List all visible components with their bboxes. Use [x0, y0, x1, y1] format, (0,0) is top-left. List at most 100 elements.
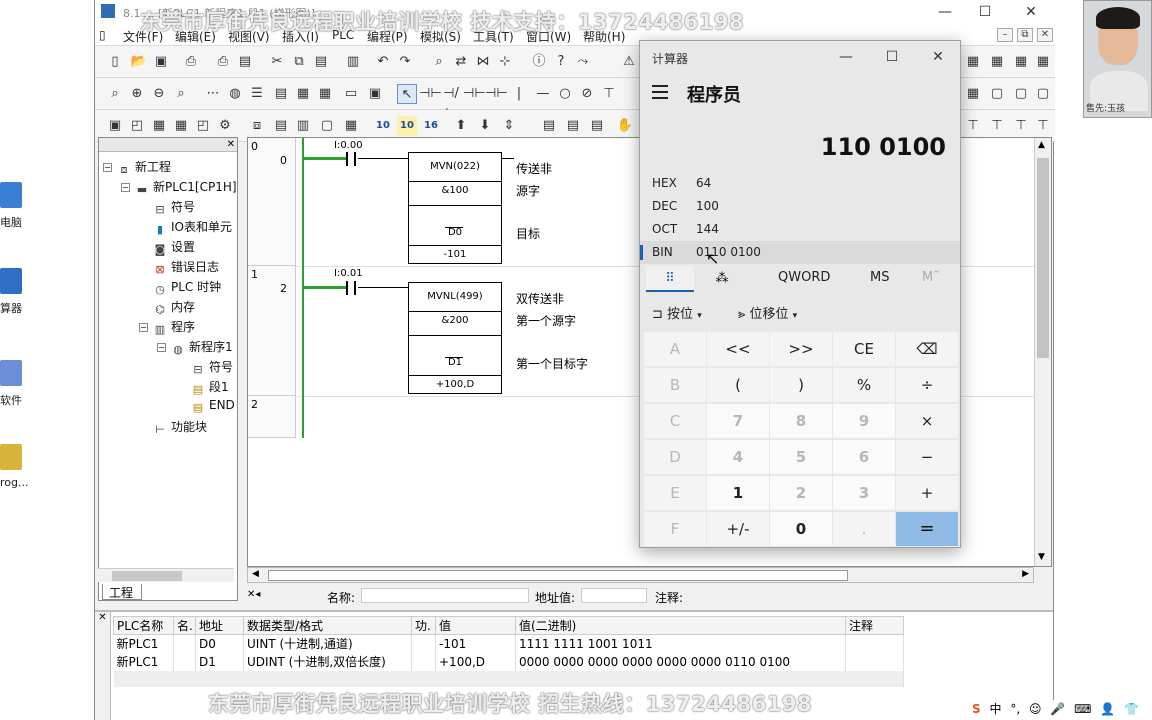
column-plc-name[interactable]: PLC名称 — [113, 616, 174, 635]
edit-icon[interactable]: ▢ — [987, 84, 1007, 104]
desktop-icon-program[interactable]: rog... — [0, 444, 40, 489]
key-b[interactable]: B — [644, 368, 706, 402]
list-icon[interactable]: ☰ — [247, 84, 267, 104]
key-a[interactable]: A — [644, 332, 706, 366]
key-clear-entry[interactable]: CE — [833, 332, 895, 366]
new-icon[interactable]: ▯ — [105, 52, 125, 72]
key-3[interactable]: 3 — [833, 476, 895, 510]
instruction-block-mvnl[interactable]: MVNL(499) &200 D1 +100,D — [408, 282, 502, 394]
replace-icon[interactable]: ⇄ — [451, 52, 471, 72]
decimal-icon[interactable]: 10 — [373, 116, 393, 136]
bit-toggle-keypad-tab[interactable]: ⁂ — [698, 266, 746, 292]
ime-indicator[interactable]: 中 — [989, 702, 1001, 716]
table-row[interactable]: 新PLC1 D0 UINT (十进制,通道) -101 1111 1111 10… — [113, 634, 904, 653]
network-tb-icon[interactable]: ⧈ — [247, 116, 267, 136]
trace3-icon[interactable]: ⊤ — [1011, 116, 1031, 136]
tree-item-new-program[interactable]: − ◍ 新程序1 — [157, 338, 233, 356]
radix-dec[interactable]: DEC 100 — [640, 195, 960, 218]
menu-icon[interactable] — [652, 85, 668, 99]
upload-icon[interactable]: ⬆ — [451, 116, 471, 136]
force-cancel-icon[interactable]: ▤ — [587, 116, 607, 136]
desktop-icon-computer[interactable]: 电脑 — [0, 182, 40, 230]
tree-item-end[interactable]: ▤ END — [191, 398, 235, 416]
key-negate[interactable]: +/- — [707, 512, 769, 546]
unit-icon[interactable]: ▦ — [171, 116, 191, 136]
select-mode-icon[interactable]: ↖ — [397, 84, 417, 104]
key-1[interactable]: 1 — [707, 476, 769, 510]
desktop-icon-software[interactable]: 软件 — [0, 360, 40, 408]
tree-item-io-table[interactable]: ▮ IO表和单元 — [153, 218, 232, 236]
maximize-button[interactable]: ☐ — [965, 2, 1005, 22]
scroll-right-icon[interactable]: ▶ — [1022, 569, 1029, 579]
mdi-minimize-button[interactable]: – — [997, 28, 1013, 42]
ladder-vertical-scrollbar[interactable]: ▲ ▼ — [1034, 138, 1051, 566]
redo-icon[interactable]: ↷ — [395, 52, 415, 72]
key-multiply[interactable]: × — [896, 404, 958, 438]
nc-coil-icon[interactable]: ⊘ — [577, 84, 597, 104]
sections-tb-icon[interactable]: ▥ — [293, 116, 313, 136]
address-ref-icon[interactable]: ⊹ — [495, 52, 515, 72]
key-f[interactable]: F — [644, 512, 706, 546]
key-e[interactable]: E — [644, 476, 706, 510]
zoom-in-icon[interactable]: ⊕ — [127, 84, 147, 104]
paste-icon[interactable]: ▤ — [311, 52, 331, 72]
column-data-type[interactable]: 数据类型/格式 — [243, 616, 412, 635]
scroll-down-icon[interactable]: ▼ — [1038, 552, 1045, 562]
column-address[interactable]: 地址 — [195, 616, 244, 635]
ladder-horizontal-scrollbar[interactable]: ◀ ▶ — [247, 567, 1034, 583]
trace4-icon[interactable]: ⊤ — [1033, 116, 1053, 136]
tree-item-error-log[interactable]: ⊠ 错误日志 — [153, 258, 219, 276]
undo-icon[interactable]: ↶ — [373, 52, 393, 72]
tree-item-project[interactable]: − ⧈ 新工程 — [103, 158, 171, 176]
shirt-icon[interactable]: 👕 — [1124, 702, 1139, 716]
sogou-icon[interactable]: S — [972, 702, 981, 716]
cross-ref-icon[interactable]: ⋈ — [473, 52, 493, 72]
transfer-plc-icon[interactable]: ▦ — [1033, 52, 1053, 72]
calc-minimize-button[interactable]: — — [826, 45, 866, 69]
find-icon[interactable]: ⌕ — [429, 52, 449, 72]
key-8[interactable]: 8 — [770, 404, 832, 438]
key-divide[interactable]: ÷ — [896, 368, 958, 402]
radix-bin[interactable]: BIN 0110 0100 — [640, 241, 960, 264]
cpu-icon[interactable]: ▣ — [365, 84, 385, 104]
radix-oct[interactable]: OCT 144 — [640, 218, 960, 241]
or-nc-contact-icon[interactable]: ⊣⊢ — [485, 84, 508, 104]
table-row[interactable] — [113, 670, 904, 687]
key-9[interactable]: 9 — [833, 404, 895, 438]
open-icon[interactable]: 📂 — [129, 52, 149, 72]
tree-item-settings[interactable]: ◙ 设置 — [153, 238, 195, 256]
output-tb-icon[interactable]: ▢ — [317, 116, 337, 136]
key-2[interactable]: 2 — [770, 476, 832, 510]
desktop-icon-calculator[interactable]: 算器 — [0, 268, 40, 316]
tree-horizontal-scrollbar[interactable] — [98, 568, 234, 582]
key-decimal[interactable]: . — [833, 512, 895, 546]
bitwise-dropdown[interactable]: ⊐ 按位 ▾ — [652, 303, 702, 322]
comments-icon[interactable]: ◍ — [225, 84, 245, 104]
key-0[interactable]: 0 — [770, 512, 832, 546]
memory-store-button[interactable]: MS — [870, 270, 889, 285]
calc-maximize-button[interactable]: ☐ — [872, 45, 912, 69]
no-contact[interactable] — [346, 152, 356, 166]
tree-item-function-blocks[interactable]: ⊢ 功能块 — [153, 418, 207, 436]
calc-close-button[interactable]: ✕ — [918, 45, 958, 69]
or-contact-icon[interactable]: ⊣⊢ — [463, 84, 486, 104]
online-edit-icon[interactable]: ▦ — [963, 84, 983, 104]
cancel-edit-icon[interactable]: ▢ — [1011, 84, 1031, 104]
nc-contact-icon[interactable]: ⊣/⊢ — [441, 84, 461, 121]
key-backspace[interactable]: ⌫ — [896, 332, 958, 366]
info-icon[interactable]: ⓘ — [529, 52, 549, 72]
column-name[interactable]: 名. — [173, 616, 196, 635]
tree-item-section1[interactable]: ▤ 段1 — [191, 378, 229, 396]
settings-tb-icon[interactable]: ⚙ — [215, 116, 235, 136]
monitor-icon[interactable]: ▦ — [963, 52, 983, 72]
trace-icon[interactable]: ⊤ — [963, 116, 983, 136]
signed-decimal-icon[interactable]: 10 — [397, 116, 417, 136]
window-icon[interactable]: ▣ — [105, 116, 125, 136]
key-c[interactable]: C — [644, 404, 706, 438]
save-icon[interactable]: ▣ — [151, 52, 171, 72]
compare-plc-icon[interactable]: ⇕ — [499, 116, 519, 136]
key-shift-left[interactable]: << — [707, 332, 769, 366]
help-icon[interactable]: ? — [551, 52, 571, 72]
user-icon[interactable]: 👤 — [1100, 702, 1115, 716]
bitshift-dropdown[interactable]: ⪢ 位移位 ▾ — [738, 303, 797, 322]
